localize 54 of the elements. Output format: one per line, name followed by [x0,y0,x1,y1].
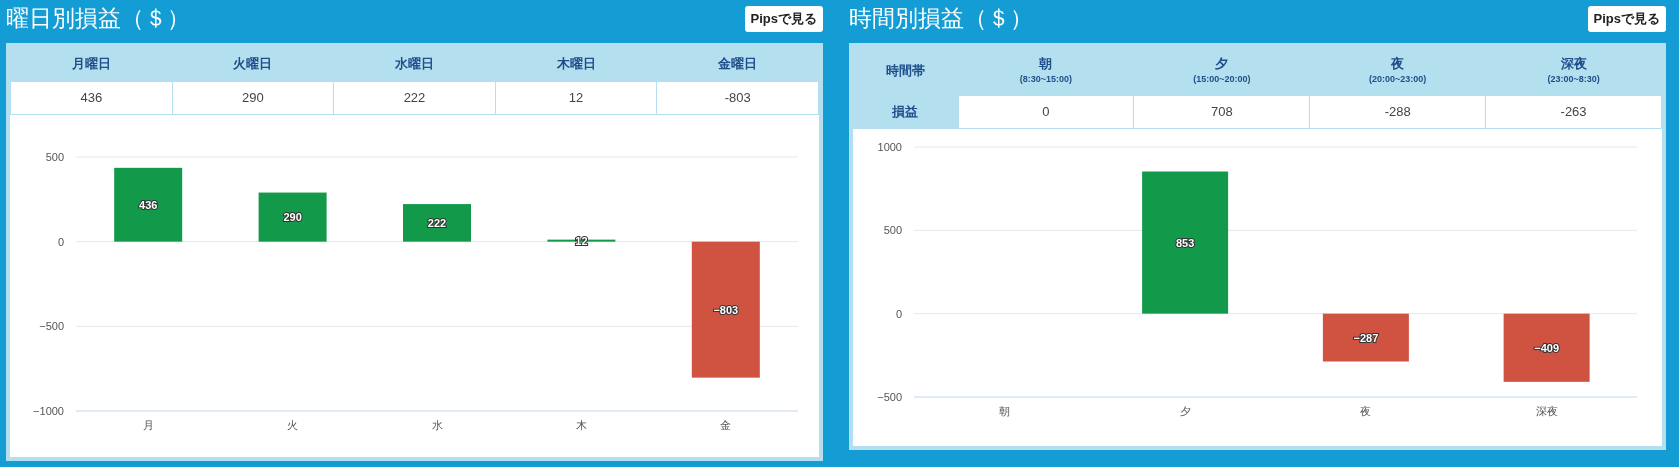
axis-category-label: 夕 [1179,404,1191,417]
axis-category-label: 水 [431,418,443,431]
value-label: −409 [1534,341,1559,354]
bar [258,192,327,242]
header-cell-text: 時間帯 [885,62,926,81]
axis-category-label: 木 [575,418,587,431]
header-cell-text: 金曜日 [717,55,759,72]
table-cell: -263 [1485,95,1662,128]
pips-button[interactable]: Pipsで見る [1587,5,1666,32]
axis-tick-label: −1000 [33,404,64,417]
row-header-cell-text: 損益 [891,102,920,121]
table-cell: -803 [656,81,819,114]
panel-title: 曜日別損益（＄） [6,7,190,30]
table-cell: 222 [333,81,496,114]
axis-category-label: 火 [287,418,299,431]
value-label: −803 [713,303,739,316]
axis-tick-label: 0 [57,235,64,248]
header-cell-text: 夜 [1390,55,1406,72]
header-cell-text: 朝 [1038,55,1054,72]
table-cell: 290 [172,81,334,114]
value-label: 436 [139,198,158,211]
value-label: −287 [1353,331,1379,344]
axis-tick-label: 500 [883,223,902,236]
axis-tick-label: 1000 [877,140,902,153]
time-range-label: (15:00~20:00) [1192,72,1252,86]
axis-tick-label: −500 [39,319,64,332]
table-cell: 12 [495,81,657,114]
axis-category-label: 夜 [1360,404,1372,417]
panel-title: 時間別損益（＄） [849,7,1033,30]
header-cell-text: 火曜日 [232,55,274,72]
value-label: 222 [427,216,447,229]
axis-tick-label: 500 [45,150,64,163]
table-cell: 708 [1133,95,1310,128]
header-cell-text: 深夜 [1559,55,1588,72]
value-label: 290 [283,210,302,223]
header-cell-text: 月曜日 [70,55,112,72]
time-range-label: (20:00~23:00) [1368,72,1428,86]
axis-category-label: 朝 [998,404,1010,417]
time-range-label: (23:00~8:30) [1546,72,1601,86]
bar [403,203,471,242]
axis-category-label: 金 [720,418,732,431]
header-cell-text: 木曜日 [555,55,597,72]
value-label: 853 [1175,236,1195,249]
pips-button[interactable]: Pipsで見る [744,5,823,32]
table-cell: 0 [958,95,1134,128]
table-cell: -288 [1309,95,1486,128]
time-range-label: (8:30~15:00) [1018,72,1074,86]
axis-tick-label: 0 [895,307,902,320]
header-cell-text: 夕 [1214,55,1230,72]
axis-tick-label: −500 [877,390,902,403]
axis-category-label: 月 [142,418,154,431]
table-cell: 436 [10,81,173,114]
axis-category-label: 深夜 [1535,404,1558,417]
header-cell-text: 水曜日 [394,55,435,72]
